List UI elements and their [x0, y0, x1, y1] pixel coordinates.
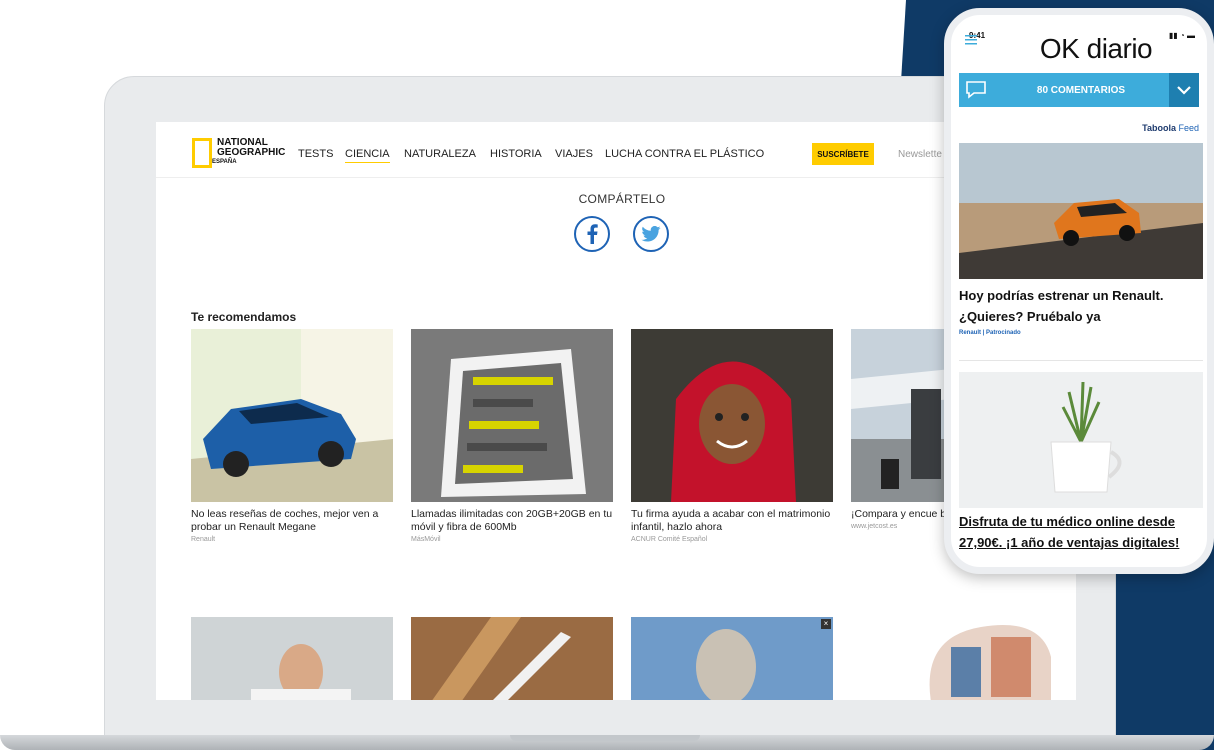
laptop-notch	[510, 735, 700, 741]
man-portrait-image	[191, 617, 393, 700]
card-row2-3[interactable]: ×	[631, 617, 833, 700]
card-row2-2[interactable]	[411, 617, 613, 700]
card-source: ACNUR Comité Español	[631, 536, 708, 543]
yellow-frame-icon	[192, 138, 212, 168]
okdiario-logo[interactable]: OK diario	[1011, 33, 1181, 65]
comment-bubble-glyph	[966, 81, 986, 99]
abacus-image	[411, 329, 613, 502]
girl-eye-left	[715, 413, 723, 421]
card-image	[631, 329, 833, 502]
girl-face	[699, 384, 765, 464]
orange-car-wheel-front	[1063, 230, 1079, 246]
national-geographic-logo[interactable]: NATIONAL GEOGRAPHIC ESPAÑA	[192, 138, 285, 168]
share-label: COMPÁRTELO	[578, 192, 666, 206]
nav-item-historia[interactable]: HISTORIA	[490, 148, 542, 160]
nav-item-ciencia[interactable]: CIENCIA	[345, 148, 390, 163]
card-image	[191, 329, 393, 502]
article1-source: Renault | Patrocinado	[959, 330, 1021, 336]
taboola-brand: Taboola	[1142, 123, 1176, 133]
facebook-glyph	[587, 224, 598, 244]
facebook-icon[interactable]	[574, 216, 610, 252]
card-image	[411, 329, 613, 502]
girl-eye-right	[741, 413, 749, 421]
nav-item-plastico[interactable]: LUCHA CONTRA EL PLÁSTICO	[605, 148, 764, 160]
abacus-beads-2	[473, 399, 533, 407]
phone-mockup: 9:41 OK diario ▮▮ ◔ ▬ 80 COMENTARIOS Tab…	[944, 8, 1214, 574]
card-title[interactable]: Llamadas ilimitadas con 20GB+20GB en tu …	[411, 508, 613, 534]
comments-label: 80 COMENTARIOS	[1036, 84, 1126, 96]
article-image-renault[interactable]	[959, 143, 1203, 279]
card-source: MásMóvil	[411, 536, 441, 543]
collage-image	[921, 617, 1053, 700]
signal-battery-icon: ▮▮ ◔ ▬	[1168, 31, 1195, 40]
wood-ceiling-image	[411, 617, 613, 700]
subscribe-button[interactable]: SUSCRÍBETE	[812, 143, 874, 165]
chevron-down-icon[interactable]	[1169, 73, 1199, 107]
orange-car-wheel-rear	[1119, 225, 1135, 241]
renault-car-wheel-rear	[318, 441, 344, 467]
plant-cup	[1050, 441, 1112, 493]
collage-tile-2	[991, 637, 1031, 697]
abacus-beads-4	[467, 443, 547, 451]
comments-bar[interactable]: 80 COMENTARIOS	[959, 73, 1199, 107]
stage: NATIONAL GEOGRAPHIC ESPAÑA TESTS CIENCIA…	[0, 0, 1214, 750]
nav-item-naturaleza[interactable]: NATURALEZA	[404, 148, 476, 160]
card-acnur[interactable]: Tu firma ayuda a acabar con el matrimoni…	[631, 329, 833, 543]
article-divider	[959, 360, 1203, 361]
logo-line-2: GEOGRAPHIC	[217, 147, 286, 158]
man-jacket	[251, 689, 351, 700]
card-masmovil[interactable]: Llamadas ilimitadas con 20GB+20GB en tu …	[411, 329, 613, 543]
recommend-title: Te recomendamos	[191, 310, 297, 324]
article-image-plant[interactable]	[959, 372, 1203, 508]
suitcase	[881, 459, 899, 489]
hamburger-line-3	[965, 43, 977, 45]
desert-sky	[959, 143, 1203, 203]
girl-portrait-image	[631, 329, 833, 502]
abacus-beads-3	[469, 421, 539, 429]
hamburger-line-1	[965, 35, 977, 37]
chevron-down-glyph	[1177, 85, 1191, 95]
renault-car-wheel-front	[223, 451, 249, 477]
abacus-beads-1	[473, 377, 553, 385]
logo-text: NATIONAL GEOGRAPHIC ESPAÑA	[212, 138, 285, 166]
taboola-feed-label: Taboola Feed	[1142, 123, 1199, 133]
collage-tile-1	[951, 647, 981, 697]
nav-item-viajes[interactable]: VIAJES	[555, 148, 593, 160]
twitter-icon[interactable]	[633, 216, 669, 252]
twitter-glyph	[641, 226, 661, 242]
abacus-beads-5	[463, 465, 523, 473]
article2-title[interactable]: Disfruta de tu médico online desde 27,90…	[959, 511, 1203, 553]
top-nav: NATIONAL GEOGRAPHIC ESPAÑA TESTS CIENCIA…	[156, 122, 1076, 178]
hamburger-menu-icon[interactable]	[965, 35, 977, 45]
card-row2-1[interactable]	[191, 617, 393, 700]
renault-desert-image	[959, 143, 1203, 279]
logo-line-3: ESPAÑA	[212, 159, 237, 165]
card-row2-4[interactable]	[921, 617, 1053, 700]
plant-cup-image	[959, 372, 1203, 508]
traveler	[911, 389, 941, 479]
laptop-screen: NATIONAL GEOGRAPHIC ESPAÑA TESTS CIENCIA…	[156, 122, 1076, 700]
newsletter-link[interactable]: Newslette	[898, 149, 942, 160]
hamburger-line-2	[965, 39, 977, 41]
card-source: Renault	[191, 536, 216, 543]
card-renault[interactable]: No leas reseñas de coches, mejor ven a p…	[191, 329, 393, 543]
taboola-feed: Feed	[1178, 123, 1199, 133]
renault-car-image	[191, 329, 393, 502]
close-icon[interactable]: ×	[821, 619, 831, 629]
nav-item-tests[interactable]: TESTS	[298, 148, 333, 160]
statue-image	[631, 617, 833, 700]
card-title[interactable]: Tu firma ayuda a acabar con el matrimoni…	[631, 508, 833, 534]
comment-bubble-icon	[959, 73, 993, 107]
article1-title[interactable]: Hoy podrías estrenar un Renault. ¿Quiere…	[959, 285, 1203, 327]
card-title[interactable]: No leas reseñas de coches, mejor ven a p…	[191, 508, 393, 534]
